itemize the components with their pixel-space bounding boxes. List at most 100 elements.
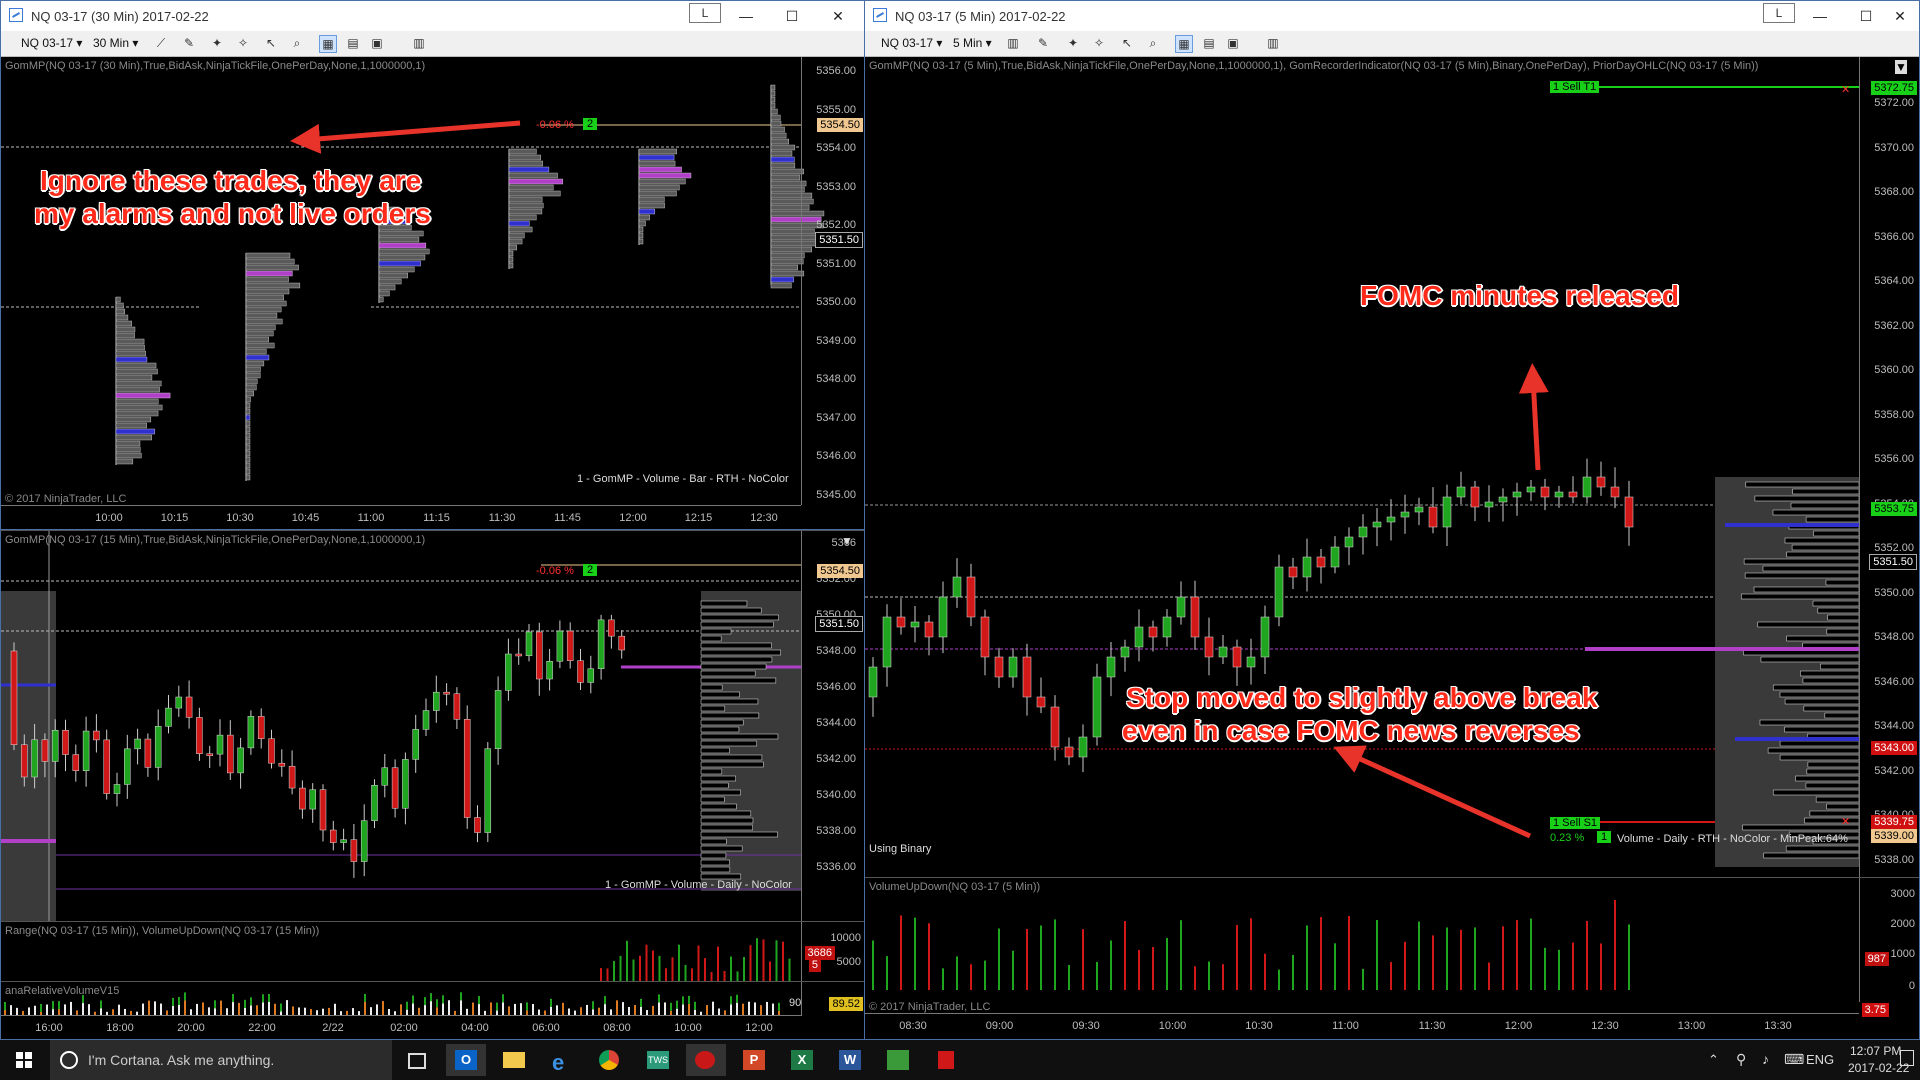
red-app-icon — [938, 1051, 954, 1069]
profile-bar — [638, 196, 665, 203]
excel-icon: X — [791, 1050, 813, 1070]
tray-chevron-icon[interactable]: ⌃ — [1708, 1052, 1719, 1068]
time-tick: 10:00 — [674, 1022, 702, 1034]
profile-bar — [508, 184, 554, 191]
close-button[interactable]: ✕ — [823, 5, 853, 27]
price-tick: 5360.00 — [1874, 364, 1914, 376]
powerpoint-button[interactable]: P — [734, 1044, 774, 1076]
word-button[interactable]: W — [830, 1044, 870, 1076]
interval-selector[interactable]: 30 Min ▾ — [93, 36, 138, 50]
instrument-selector[interactable]: NQ 03-17 ▾ — [881, 36, 942, 50]
profile-bar — [638, 148, 677, 155]
keyboard-icon[interactable]: ⌨ — [1784, 1051, 1804, 1068]
candle-body — [1134, 626, 1144, 648]
price-axis[interactable]: 5366 5352.00 5350.00 5348.00 5346.00 5344.00 5… — [801, 531, 860, 921]
volume-icon[interactable]: ♪ — [1762, 1051, 1769, 1067]
candle-body — [62, 729, 69, 755]
cortana-search[interactable]: I'm Cortana. Ask me anything. — [50, 1040, 392, 1080]
maximize-button[interactable]: ☐ — [777, 5, 807, 27]
price-pane-5min[interactable]: GomMP(NQ 03-17 (5 Min),True,BidAsk,Ninja… — [865, 57, 1919, 877]
profile-bar — [770, 276, 794, 283]
image-icon[interactable]: ▣ — [1225, 35, 1241, 51]
candle-body — [1120, 646, 1130, 658]
drawing-tool-icon[interactable]: ✎ — [1035, 35, 1051, 51]
edge-button[interactable]: e — [542, 1044, 582, 1076]
task-view-button[interactable] — [396, 1044, 436, 1076]
crosshair-icon[interactable]: ✧ — [235, 35, 251, 51]
profile-bar — [245, 258, 295, 265]
chart-style-icon[interactable]: ▥ — [1005, 35, 1021, 51]
volume-pane[interactable]: VolumeUpDown(NQ 03-17 (5 Min)) 3000 2000… — [865, 877, 1919, 1002]
time-axis[interactable]: 08:30 09:00 09:30 10:00 10:30 11:00 11:30 12:00… — [865, 1013, 1859, 1039]
candle-body — [1204, 636, 1214, 658]
profile-bar — [1806, 768, 1860, 775]
crosshair-icon[interactable]: ✧ — [1091, 35, 1107, 51]
relative-volume-value: 90 — [789, 997, 802, 1009]
profile-bar — [1743, 558, 1860, 565]
close-order-icon[interactable]: ✕ — [1841, 83, 1850, 96]
cursor-icon[interactable]: ↖ — [263, 35, 279, 51]
collapse-icon[interactable]: ▼ — [841, 534, 853, 548]
layout-button[interactable]: L — [1763, 3, 1795, 23]
clock-time[interactable]: 12:07 PM — [1850, 1044, 1901, 1058]
layout-button[interactable]: L — [689, 3, 721, 23]
profile-bar — [115, 338, 145, 345]
language-indicator[interactable]: ENG — [1806, 1052, 1834, 1067]
interval-selector[interactable]: 5 Min ▾ — [953, 36, 992, 50]
magic-wand-icon[interactable]: ✦ — [209, 35, 225, 51]
price-pane-30min[interactable]: GomMP(NQ 03-17 (30 Min),True,BidAsk,Ninj… — [1, 57, 865, 529]
profile-bar — [245, 252, 291, 259]
chart-style-icon[interactable]: ⟋ — [153, 35, 169, 51]
notifications-icon[interactable] — [1900, 1050, 1914, 1066]
range-pane[interactable]: Range(NQ 03-17 (15 Min)), VolumeUpDown(N… — [1, 921, 865, 982]
candle-body — [227, 734, 234, 774]
maximize-button[interactable]: ☐ — [1851, 5, 1881, 27]
indicators-icon[interactable]: ▦ — [1175, 35, 1193, 53]
ninjatrader-button[interactable] — [686, 1044, 726, 1076]
excel-button[interactable]: X — [782, 1044, 822, 1076]
minimize-button[interactable]: — — [1805, 5, 1835, 27]
candle-body — [433, 691, 440, 711]
outlook-button[interactable]: O — [446, 1044, 486, 1076]
image-icon[interactable]: ▣ — [369, 35, 385, 51]
strategies-icon[interactable]: ▤ — [1201, 35, 1217, 51]
tws-button[interactable]: TWS — [638, 1044, 678, 1076]
cursor-icon[interactable]: ↖ — [1119, 35, 1135, 51]
instrument-selector[interactable]: NQ 03-17 ▾ — [21, 36, 82, 50]
price-pane-15min[interactable]: GomMP(NQ 03-17 (15 Min),True,BidAsk,Ninj… — [1, 531, 865, 921]
properties-icon[interactable]: ▥ — [411, 35, 427, 51]
profile-bar — [770, 162, 796, 169]
close-button[interactable]: ✕ — [1885, 5, 1915, 27]
minimize-button[interactable]: — — [731, 5, 761, 27]
app-red-button[interactable] — [926, 1044, 966, 1076]
time-axis[interactable]: 16:00 18:00 20:00 22:00 2/22 02:00 04:00 06:00 0… — [1, 1015, 801, 1039]
chrome-button[interactable] — [590, 1044, 630, 1076]
candle-body — [216, 734, 224, 755]
profile-bar — [1772, 789, 1860, 796]
drawing-tool-icon[interactable]: ✎ — [181, 35, 197, 51]
relative-volume-pane[interactable]: anaRelativeVolumeV15 90 89.52 — [1, 981, 865, 1016]
profile-bar — [245, 450, 251, 457]
time-tick: 12:30 — [1591, 1020, 1619, 1032]
strategies-icon[interactable]: ▤ — [345, 35, 361, 51]
indicators-icon[interactable]: ▦ — [319, 35, 337, 53]
profile-bar — [1812, 600, 1860, 607]
app-green-button[interactable] — [878, 1044, 918, 1076]
zoom-icon[interactable]: ⌕ — [289, 35, 305, 51]
relative-volume-chart — [4, 992, 780, 1016]
network-icon[interactable]: ⚲ — [1736, 1051, 1746, 1068]
zoom-icon[interactable]: ⌕ — [1145, 35, 1161, 51]
profile-bar — [700, 775, 737, 782]
price-badge-sell-s1: 5339.75 — [1871, 815, 1917, 829]
start-button[interactable] — [2, 1044, 42, 1076]
file-explorer-button[interactable] — [494, 1044, 534, 1076]
price-tick: 5342.00 — [1874, 764, 1914, 777]
profile-bar — [1813, 530, 1860, 537]
profile-bar — [378, 296, 384, 303]
close-order-icon[interactable]: ✕ — [1841, 815, 1850, 828]
properties-icon[interactable]: ▥ — [1265, 35, 1281, 51]
profile-bar — [1740, 593, 1860, 600]
time-axis[interactable]: 10:00 10:15 10:30 10:45 11:00 11:15 11:30 11:45… — [1, 505, 801, 529]
magic-wand-icon[interactable]: ✦ — [1065, 35, 1081, 51]
range-volume-chart — [600, 938, 791, 982]
